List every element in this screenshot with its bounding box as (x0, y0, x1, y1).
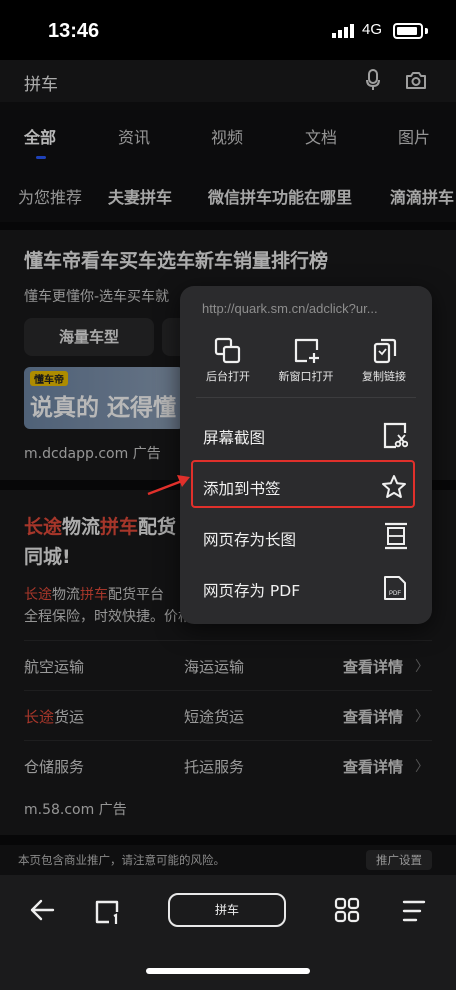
back-arrow-icon[interactable] (28, 896, 56, 924)
menu-item-save-pdf[interactable]: 网页存为 PDF (203, 579, 300, 601)
network-type: 4G (362, 21, 383, 38)
copy-link-icon[interactable] (371, 337, 399, 365)
menu-item-screenshot[interactable]: 屏幕截图 (203, 426, 265, 448)
apps-grid-icon[interactable] (334, 897, 360, 923)
menu-item-save-long-image[interactable]: 网页存为长图 (203, 528, 296, 550)
quick-action-label[interactable]: 新窗口打开 (274, 368, 338, 384)
battery-tip (425, 28, 428, 34)
signal-icon (332, 24, 354, 38)
pdf-icon[interactable]: PDF (382, 574, 408, 602)
svg-text:PDF: PDF (389, 591, 401, 597)
background-open-icon[interactable] (214, 337, 242, 365)
quick-action-label[interactable]: 复制链接 (358, 368, 410, 384)
quick-action-label[interactable]: 后台打开 (202, 368, 254, 384)
battery-icon (393, 23, 423, 39)
new-window-icon[interactable] (293, 337, 321, 365)
menu-icon[interactable] (400, 898, 426, 924)
screenshot-icon[interactable] (382, 421, 408, 449)
pages-icon[interactable] (94, 898, 122, 926)
link-url: http://quark.sm.cn/adclick?ur... (202, 301, 378, 316)
annotation-arrow (147, 475, 190, 496)
divider (196, 397, 416, 398)
address-bar-button[interactable]: 拼车 (168, 893, 286, 927)
home-indicator (146, 968, 310, 974)
status-time: 13:46 (48, 20, 100, 42)
highlight-box (191, 460, 415, 508)
long-image-icon[interactable] (383, 522, 409, 550)
